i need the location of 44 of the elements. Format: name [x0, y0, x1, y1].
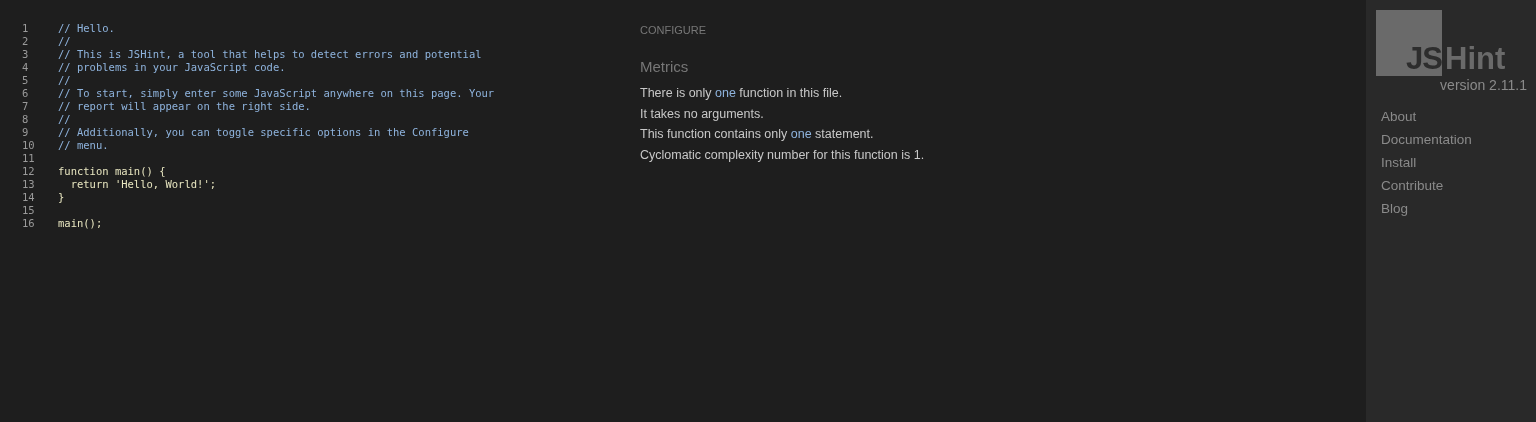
- line-number: 14: [22, 191, 36, 204]
- line-number: 8: [22, 113, 30, 126]
- nav-link[interactable]: Documentation: [1381, 130, 1527, 149]
- code-line: return 'Hello, World!';: [69, 178, 217, 191]
- nav-link[interactable]: Blog: [1381, 199, 1527, 218]
- code-line: }: [58, 191, 65, 204]
- line-number: 6: [22, 87, 30, 100]
- line-number: 15: [22, 204, 36, 217]
- code-line: main();: [58, 217, 103, 230]
- nav-link[interactable]: About: [1381, 107, 1527, 126]
- section-heading: Metrics: [640, 58, 690, 75]
- metric-sentence: There is only one function in this file.: [640, 85, 844, 102]
- metric-sentence: It takes no arguments.: [640, 105, 765, 123]
- metric-sentence: Cyclomatic complexity number for this function is 1.: [640, 146, 926, 164]
- line-number: 10: [22, 139, 36, 152]
- line-number: 2: [22, 35, 30, 48]
- code-comment: // menu.: [58, 139, 109, 152]
- line-number: 4: [22, 61, 30, 74]
- line-number: 1: [22, 22, 30, 35]
- line-number: 9: [22, 126, 30, 139]
- code-line: function main() {: [58, 165, 166, 178]
- logo-text: JS: [1406, 43, 1442, 76]
- line-number: 7: [22, 100, 30, 113]
- version-label: version 2.11.1: [1439, 77, 1527, 93]
- line-number: 16: [22, 217, 36, 230]
- code-comment: //: [58, 113, 71, 126]
- metric-sentence: This function contains only one statement.: [640, 126, 875, 143]
- nav-link[interactable]: Install: [1381, 153, 1527, 172]
- code-comment: // Hello.: [58, 22, 115, 35]
- line-number: 3: [22, 48, 30, 61]
- code-comment: //: [58, 35, 71, 48]
- line-number: 11: [22, 152, 36, 165]
- logo-text: Hint: [1445, 43, 1506, 76]
- nav-link[interactable]: Contribute: [1381, 176, 1527, 195]
- code-comment: // Additionally, you can toggle specific options in the Configure: [58, 126, 469, 139]
- configure-link[interactable]: CONFIGURE: [640, 24, 1366, 36]
- line-number: 13: [22, 178, 36, 191]
- line-number: 12: [22, 165, 36, 178]
- code-comment: // This is JSHint, a tool that helps to detect errors and potential: [58, 48, 482, 61]
- code-comment: //: [58, 74, 71, 87]
- code-comment: // To start, simply enter some JavaScript anywhere on this page. Your: [58, 87, 495, 100]
- code-comment: // report will appear on the right side.: [58, 100, 311, 113]
- code-comment: // problems in your JavaScript code.: [58, 61, 286, 74]
- line-number: 5: [22, 74, 30, 87]
